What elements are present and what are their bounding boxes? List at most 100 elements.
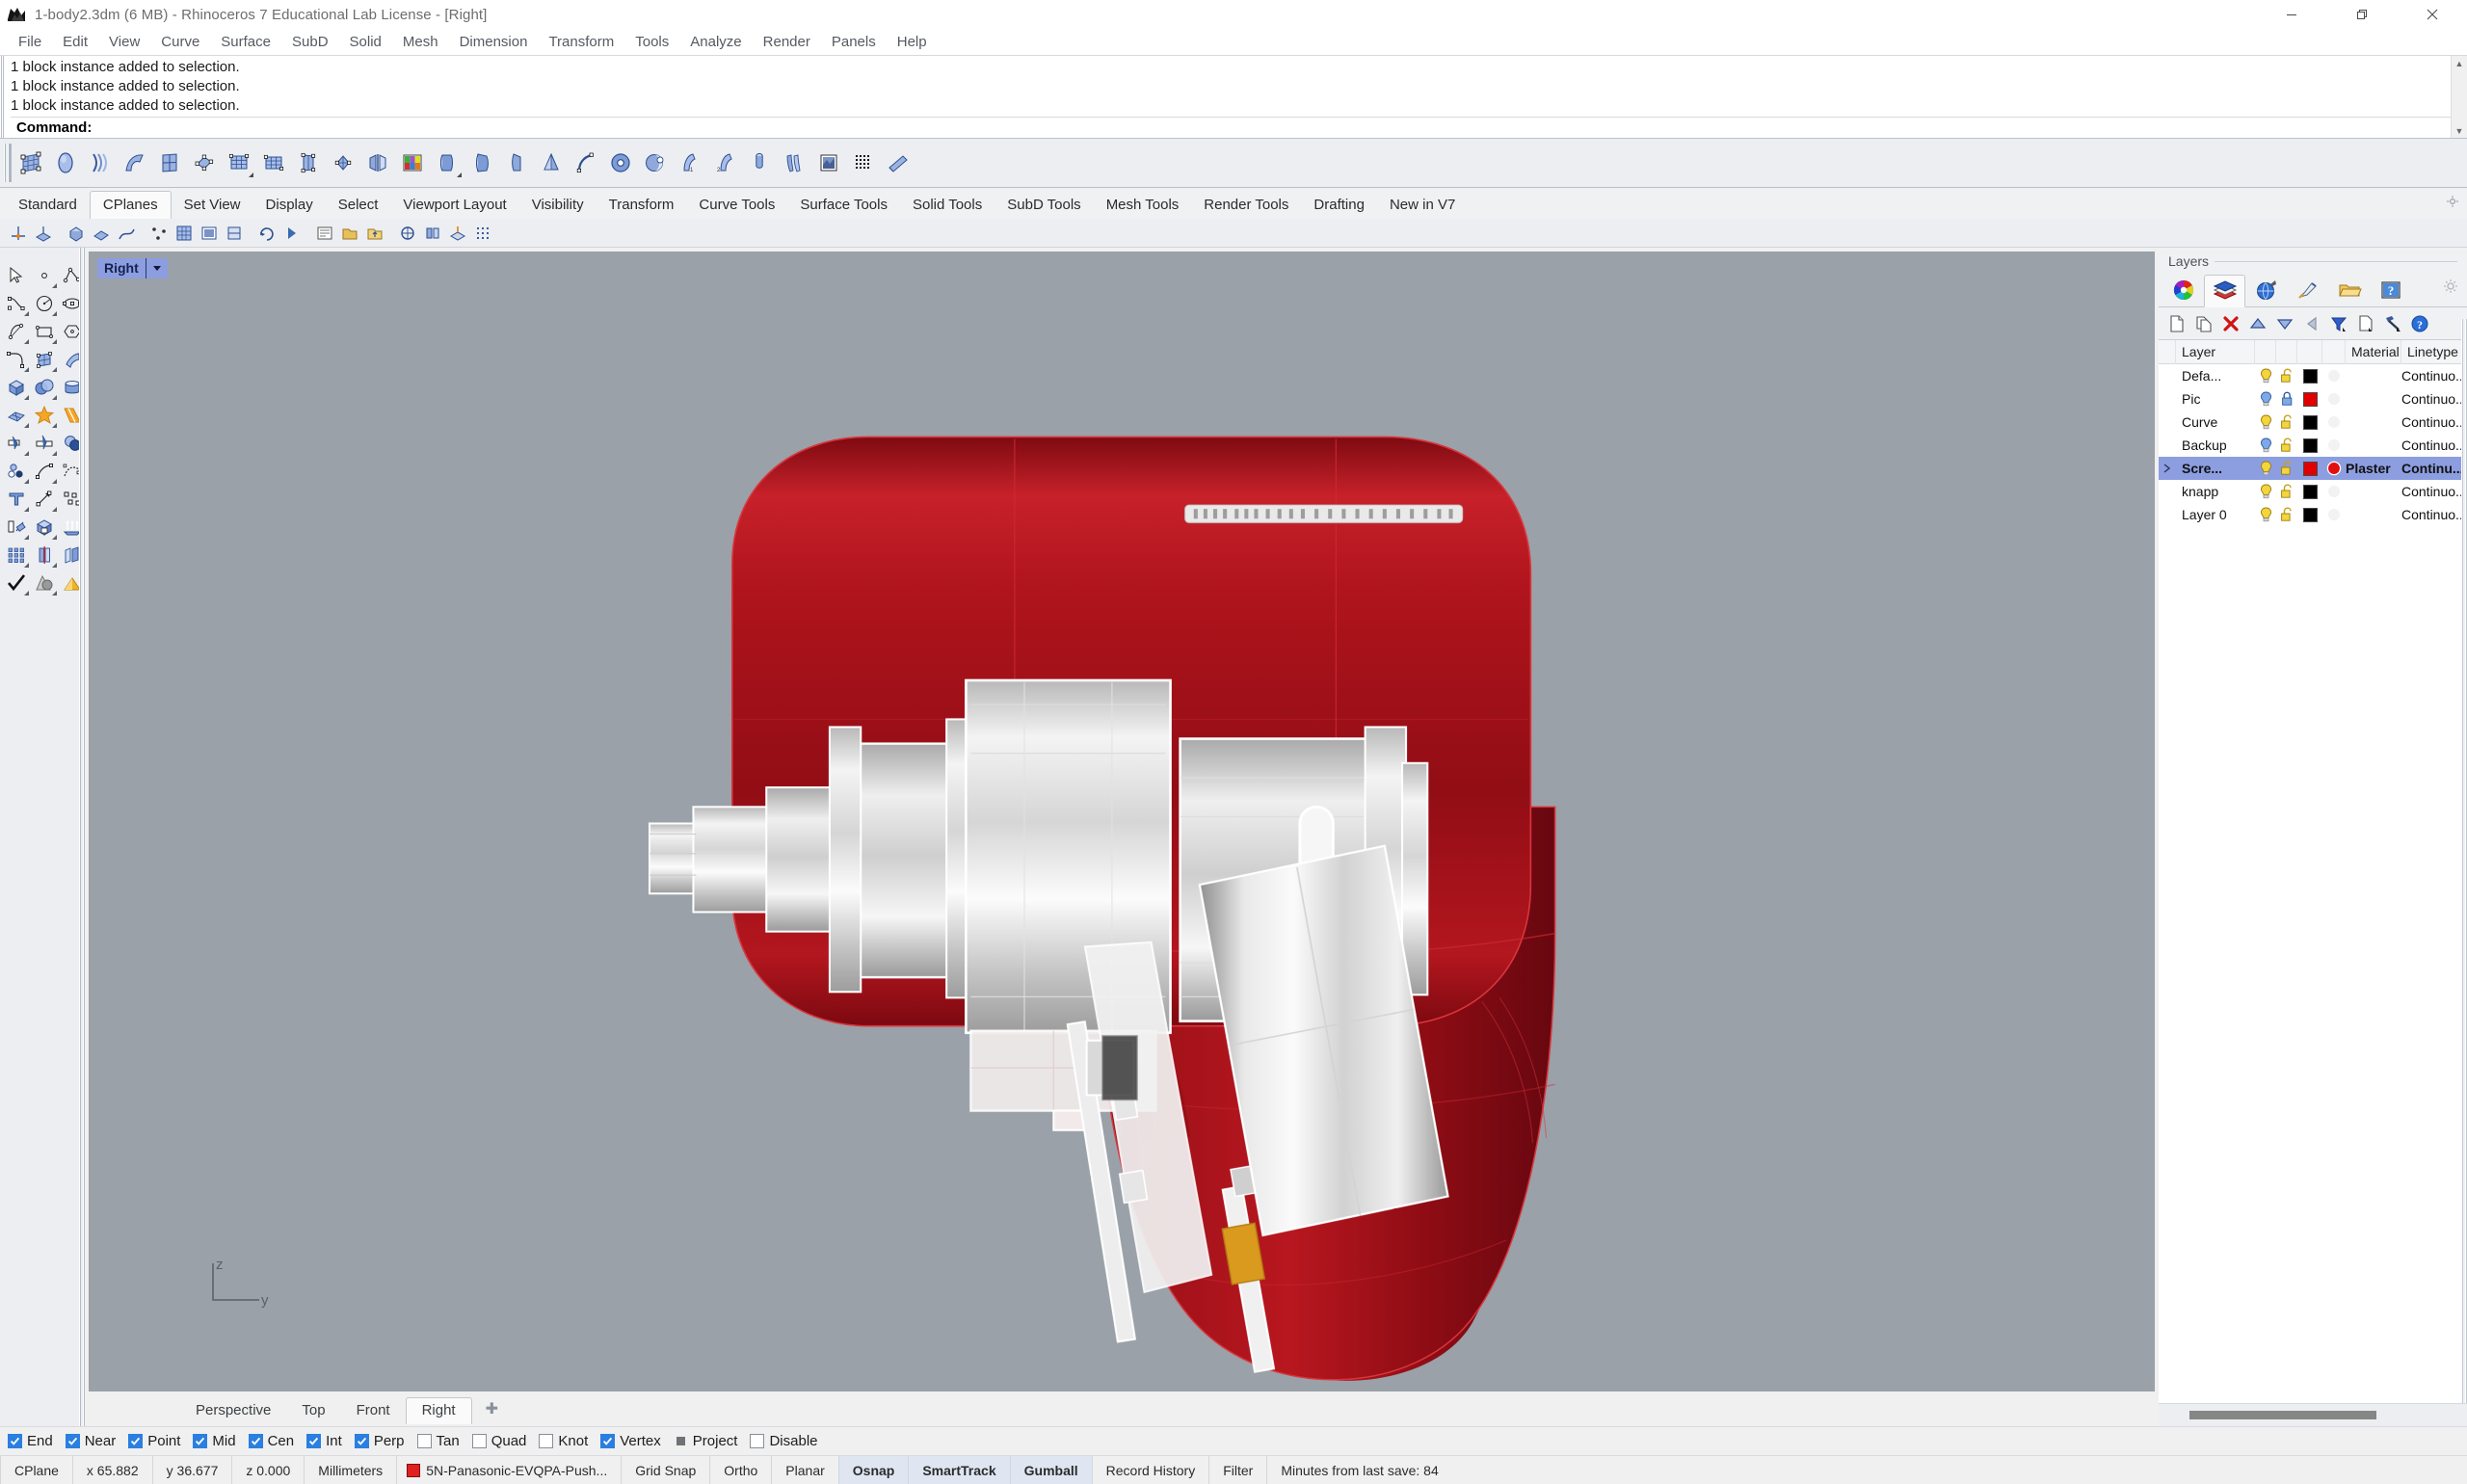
status-toggle-filter[interactable]: Filter [1209,1456,1268,1484]
osnap-tan[interactable]: Tan [416,1433,460,1449]
tab-subd-tools[interactable]: SubD Tools [995,192,1093,219]
boolean-union-icon[interactable] [30,373,58,401]
surface-points-on-icon[interactable] [292,146,325,179]
status-toggle-smarttrack[interactable]: SmartTrack [909,1456,1011,1484]
box-icon[interactable] [2,373,30,401]
visibility-bulb-icon[interactable] [2255,414,2276,430]
tab-mesh-tools[interactable]: Mesh Tools [1094,192,1192,219]
blend-surface-2-icon[interactable]: 2 [708,146,741,179]
menu-analyze[interactable]: Analyze [679,31,752,53]
visibility-bulb-icon[interactable] [2255,461,2276,476]
heightfield-icon[interactable] [812,146,845,179]
layer-linetype[interactable]: Continuo... [2401,391,2467,407]
cplane-universal-icon[interactable] [395,221,419,245]
save-cplane-icon[interactable] [337,221,361,245]
current-layer-color-swatch[interactable] [407,1463,421,1477]
restore-button[interactable] [2326,0,2397,29]
menu-transform[interactable]: Transform [538,31,624,53]
tab-visibility[interactable]: Visibility [519,192,597,219]
status-toggle-record-history[interactable]: Record History [1093,1456,1210,1484]
move-arrow-icon[interactable] [30,485,58,513]
cplane-world-top-icon[interactable] [172,221,196,245]
color-palette-icon[interactable] [396,146,429,179]
menu-edit[interactable]: Edit [52,31,98,53]
cplane-elevation-icon[interactable] [31,221,55,245]
osnap-point[interactable]: Point [128,1433,180,1449]
copy-pages-icon[interactable] [2191,311,2215,335]
split-icon[interactable] [30,429,58,457]
curve-interp-icon[interactable] [2,289,30,317]
lock-icon[interactable] [2276,461,2297,476]
sweep2-icon[interactable] [153,146,186,179]
lock-icon[interactable] [2276,368,2297,384]
osnap-disable[interactable]: Disable [750,1433,818,1449]
layer-linetype[interactable]: Continuo... [2401,507,2467,522]
tab-cplanes[interactable]: CPlanes [89,191,172,219]
extrude-icon[interactable] [431,146,464,179]
menu-solid[interactable]: Solid [339,31,392,53]
chevron-down-icon[interactable] [146,262,168,275]
header-material[interactable]: Material [2346,340,2401,364]
surface-corner-points-icon[interactable] [188,146,221,179]
menu-surface[interactable]: Surface [210,31,281,53]
folder-icon[interactable] [2328,274,2370,306]
osnap-end-checkbox[interactable] [8,1434,22,1448]
layer-linetype[interactable]: Continuo... [2401,484,2467,499]
plus-icon[interactable]: ✚ [472,1395,508,1424]
lock-icon[interactable] [2276,414,2297,430]
render-shapes-icon[interactable] [30,569,58,596]
tab-display[interactable]: Display [253,192,326,219]
layer-linetype[interactable]: Continu... [2401,461,2467,476]
triangle-left-icon[interactable] [2299,311,2323,335]
arrow-cursor-icon[interactable] [2,261,30,289]
rebuild-surface-icon[interactable] [223,146,255,179]
arc-icon[interactable] [2,317,30,345]
visibility-bulb-icon[interactable] [2255,437,2276,453]
osnap-knot-checkbox[interactable] [539,1434,554,1448]
table-row[interactable]: Pic Continuo... [2159,387,2467,411]
pipe-icon[interactable] [743,146,776,179]
sweep1-icon[interactable] [119,146,151,179]
tab-surface-tools[interactable]: Surface Tools [787,192,900,219]
named-cplanes-icon[interactable] [312,221,336,245]
layer-name[interactable]: Pic [2176,391,2255,407]
layer-color-swatch[interactable] [2297,507,2322,522]
scale-box-icon[interactable] [30,513,58,541]
blend-surface-icon[interactable]: 1 [674,146,706,179]
osnap-near-checkbox[interactable] [65,1434,80,1448]
layer-color-swatch[interactable] [2297,461,2322,476]
layers-stack-icon[interactable] [2204,275,2245,307]
mesh-icon[interactable] [2,401,30,429]
osnap-near[interactable]: Near [65,1433,116,1449]
osnap-int[interactable]: Int [306,1433,342,1449]
visibility-bulb-icon[interactable] [2255,507,2276,522]
extrude-curve-icon[interactable] [500,146,533,179]
menu-panels[interactable]: Panels [821,31,887,53]
viewport-tab-top[interactable]: Top [286,1398,340,1424]
osnap-project-checkbox[interactable] [674,1434,688,1448]
layer-linetype[interactable]: Continuo... [2401,414,2467,430]
status-units[interactable]: Millimeters [305,1456,398,1484]
table-row[interactable]: Scre... Plaster Continu... [2159,457,2467,480]
visibility-bulb-icon[interactable] [2255,391,2276,407]
osnap-cen[interactable]: Cen [248,1433,294,1449]
lock-icon[interactable] [2276,391,2297,407]
tab-select[interactable]: Select [326,192,391,219]
lock-icon[interactable] [2276,437,2297,453]
header-linetype[interactable]: Linetype [2401,340,2467,364]
osnap-mid[interactable]: Mid [193,1433,236,1449]
page-properties-icon[interactable] [2353,311,2377,335]
grid-snap-icon[interactable] [470,221,494,245]
triangle-up-icon[interactable] [2245,311,2269,335]
table-row[interactable]: Defa... Continuo... [2159,364,2467,387]
trim-icon[interactable] [2,429,30,457]
layer-name[interactable]: Layer 0 [2176,507,2255,522]
cplane-next-icon[interactable] [279,221,304,245]
tab-render-tools[interactable]: Render Tools [1191,192,1301,219]
osnap-perp[interactable]: Perp [354,1433,405,1449]
status-toggle-planar[interactable]: Planar [772,1456,839,1484]
material-swatch[interactable] [2322,369,2346,383]
status-toggle-grid-snap[interactable]: Grid Snap [622,1456,711,1484]
osnap-quad-checkbox[interactable] [471,1434,487,1448]
checkmark-icon[interactable] [2,569,30,596]
